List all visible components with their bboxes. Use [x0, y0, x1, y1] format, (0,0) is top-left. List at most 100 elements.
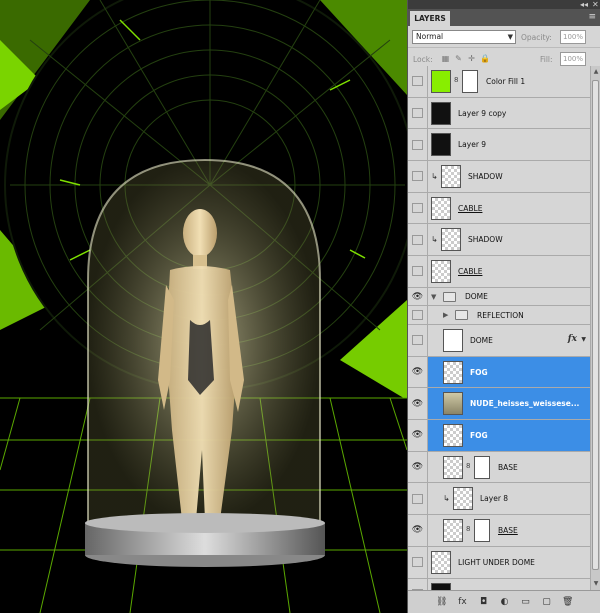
layers-scrollbar[interactable]: ▲ ▼ [590, 66, 600, 590]
layer-row[interactable]: 👁 8 BASE [408, 515, 591, 547]
layer-name[interactable]: BASE [498, 515, 518, 546]
layer-name[interactable]: MY BACKGROUND [458, 579, 526, 590]
close-panel-icon[interactable]: ✕ [592, 0, 599, 9]
visibility-toggle[interactable] [408, 129, 428, 161]
layer-name[interactable]: Color Fill 1 [486, 66, 525, 97]
effects-expand-icon[interactable]: ▼ [581, 336, 586, 343]
lock-transparency-icon[interactable]: ▦ [441, 54, 450, 63]
layer-name[interactable]: NUDE_heisses_weissese... [470, 388, 579, 419]
visibility-eye-icon[interactable]: 👁 [408, 356, 428, 388]
visibility-toggle[interactable] [408, 483, 428, 515]
visibility-toggle[interactable] [408, 256, 428, 287]
layer-mask-thumbnail[interactable] [462, 70, 478, 93]
layer-name[interactable]: LIGHT UNDER DOME [458, 547, 535, 578]
visibility-toggle[interactable] [408, 161, 428, 192]
layer-row[interactable]: 👁 NUDE_heisses_weissese... [408, 388, 591, 421]
mask-link-icon[interactable]: 8 [454, 76, 458, 84]
link-icon[interactable]: ⛓ [436, 597, 447, 607]
layer-name[interactable]: FOG [470, 420, 488, 451]
fill-input[interactable]: 100% [560, 52, 586, 66]
layer-group-row[interactable]: 👁 ▼ DOME [408, 287, 591, 307]
layer-thumbnail[interactable] [443, 519, 463, 543]
visibility-eye-icon[interactable]: 👁 [408, 420, 428, 451]
visibility-toggle[interactable] [408, 578, 428, 590]
adjustment-icon[interactable]: ◐ [499, 597, 510, 607]
layer-thumbnail[interactable] [441, 228, 461, 252]
lock-pixels-icon[interactable]: ✎ [454, 54, 463, 63]
layer-thumbnail[interactable] [431, 582, 451, 590]
layer-name[interactable]: BASE [498, 452, 518, 483]
visibility-toggle[interactable] [408, 306, 428, 324]
layer-name[interactable]: DOME [465, 288, 488, 306]
layer-thumbnail[interactable] [431, 550, 451, 574]
layer-thumbnail[interactable] [431, 260, 451, 284]
layer-name[interactable]: SHADOW [468, 161, 503, 192]
fx-icon[interactable]: fx [457, 597, 468, 607]
layer-thumbnail[interactable] [441, 165, 461, 189]
lock-all-icon[interactable]: 🔒 [480, 54, 490, 63]
panel-menu-icon[interactable]: ≡ [588, 12, 596, 22]
layer-row[interactable]: CABLE [408, 256, 591, 288]
layer-row[interactable]: ↳ SHADOW [408, 161, 591, 193]
visibility-eye-icon[interactable]: 👁 [408, 515, 428, 546]
layer-row[interactable]: ↳ SHADOW [408, 224, 591, 257]
tab-layers[interactable]: LAYERS [410, 11, 450, 26]
layer-name[interactable]: DOME [470, 325, 493, 356]
document-canvas[interactable] [0, 0, 407, 613]
layer-name[interactable]: Layer 8 [480, 483, 508, 514]
layer-name[interactable]: CABLE [458, 256, 482, 287]
layer-mask-thumbnail[interactable] [474, 455, 490, 479]
scroll-down-icon[interactable]: ▼ [591, 578, 600, 590]
folder-icon[interactable]: ▭ [520, 597, 531, 607]
visibility-toggle[interactable] [408, 66, 428, 97]
layer-row[interactable]: MY BACKGROUND [408, 578, 591, 590]
trash-icon[interactable]: 🗑 [562, 597, 573, 607]
layer-thumbnail[interactable] [443, 424, 463, 448]
layer-thumbnail[interactable] [443, 329, 463, 352]
layer-mask-thumbnail[interactable] [474, 519, 490, 543]
mask-icon[interactable]: ◘ [478, 597, 489, 607]
layer-row[interactable]: Layer 9 [408, 129, 591, 162]
mask-link-icon[interactable]: 8 [466, 525, 470, 533]
scrollbar-thumb[interactable] [592, 80, 599, 570]
layer-thumbnail[interactable] [443, 360, 463, 384]
layer-name[interactable]: CABLE [458, 193, 482, 224]
new-layer-icon[interactable]: ▢ [541, 597, 552, 607]
layer-name[interactable]: REFLECTION [477, 306, 524, 324]
layer-thumbnail[interactable] [443, 455, 463, 479]
layer-thumbnail[interactable] [431, 101, 451, 125]
layer-row[interactable]: CABLE [408, 192, 591, 225]
collapsed-triangle-icon[interactable]: ▶ [443, 311, 448, 319]
mask-link-icon[interactable]: 8 [466, 462, 470, 470]
layer-row[interactable]: DOME fx ▼ [408, 325, 591, 357]
lock-position-icon[interactable]: ✛ [467, 54, 476, 63]
visibility-eye-icon[interactable]: 👁 [408, 451, 428, 483]
layer-row[interactable]: 👁 8 BASE [408, 451, 591, 484]
visibility-eye-icon[interactable]: 👁 [408, 287, 428, 306]
visibility-toggle[interactable] [408, 192, 428, 224]
layer-thumbnail[interactable] [431, 70, 451, 93]
layer-name[interactable]: FOG [470, 357, 488, 388]
layer-thumbnail[interactable] [453, 487, 473, 511]
expanded-triangle-icon[interactable]: ▼ [431, 293, 436, 301]
layer-group-row[interactable]: ▶ REFLECTION [408, 306, 591, 325]
visibility-eye-icon[interactable]: 👁 [408, 388, 428, 420]
visibility-toggle[interactable] [408, 546, 428, 578]
blend-mode-select[interactable]: Normal ▼ [412, 30, 516, 44]
layer-row[interactable]: 👁 FOG [408, 356, 591, 389]
layer-row[interactable]: 👁 FOG [408, 420, 591, 452]
layer-name[interactable]: Layer 9 copy [458, 98, 506, 129]
opacity-input[interactable]: 100% [560, 30, 586, 44]
scroll-up-icon[interactable]: ▲ [591, 66, 600, 78]
layer-effects-icon[interactable]: fx [568, 334, 577, 344]
layer-name[interactable]: Layer 9 [458, 129, 486, 160]
visibility-toggle[interactable] [408, 97, 428, 129]
layer-name[interactable]: SHADOW [468, 224, 503, 255]
layer-thumbnail[interactable] [431, 196, 451, 220]
layer-row[interactable]: 8 Color Fill 1 [408, 66, 591, 98]
visibility-toggle[interactable] [408, 325, 428, 356]
visibility-toggle[interactable] [408, 224, 428, 256]
layer-row[interactable]: LIGHT UNDER DOME [408, 546, 591, 579]
layer-thumbnail[interactable] [443, 392, 463, 416]
layer-row[interactable]: ↳ Layer 8 [408, 483, 591, 516]
